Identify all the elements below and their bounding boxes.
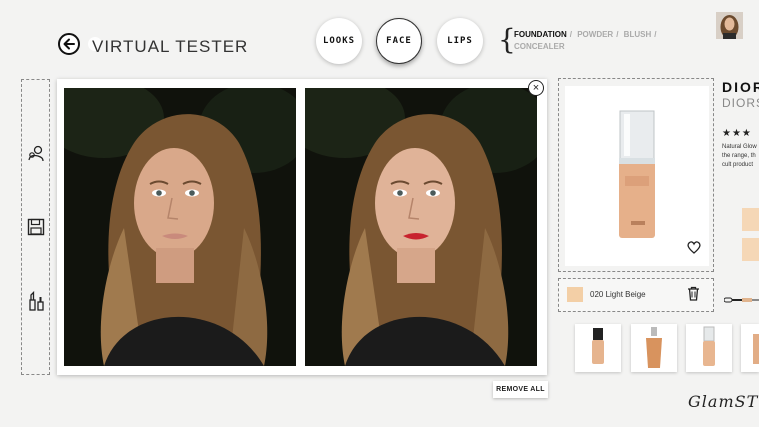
shade-option[interactable] bbox=[742, 208, 759, 231]
product-description: Natural Glow the range, th cult product bbox=[722, 143, 759, 170]
trash-icon[interactable] bbox=[687, 286, 700, 306]
subnav-foundation[interactable]: FOUNDATION bbox=[514, 30, 567, 39]
product-brand: DIOR bbox=[722, 79, 759, 95]
user-avatar[interactable] bbox=[716, 12, 743, 39]
compare-panel bbox=[57, 79, 547, 375]
avatar-image bbox=[716, 12, 743, 39]
shade-option[interactable] bbox=[742, 238, 759, 261]
product-name: DIORSKIN bbox=[722, 96, 759, 110]
shade-label: 020 Light Beige bbox=[590, 290, 646, 299]
foundation-bottle-image bbox=[619, 110, 655, 238]
tab-face-label: FACE bbox=[386, 36, 412, 46]
sub-category-nav: FOUNDATION / POWDER / BLUSH / CONCEALER bbox=[514, 29, 674, 53]
description-line: the range, th bbox=[722, 153, 756, 159]
subnav-concealer[interactable]: CONCEALER bbox=[514, 42, 565, 51]
face-tool-icon[interactable] bbox=[26, 144, 46, 164]
rating-stars: ★★★ bbox=[722, 128, 752, 139]
subnav-powder[interactable]: POWDER bbox=[577, 30, 613, 39]
product-image bbox=[565, 86, 709, 266]
product-thumbnail[interactable] bbox=[575, 324, 621, 372]
tab-lips[interactable]: LIPS bbox=[437, 18, 483, 64]
back-button[interactable] bbox=[58, 33, 80, 55]
arrow-left-icon bbox=[63, 38, 75, 50]
app-title: VIRTUAL TESTER bbox=[92, 37, 249, 56]
applicator-icon[interactable] bbox=[723, 291, 759, 309]
photo-before bbox=[64, 88, 296, 366]
brand-signature: GlamST bbox=[688, 392, 759, 411]
description-line: cult product bbox=[722, 162, 754, 168]
tab-face[interactable]: FACE bbox=[376, 18, 422, 64]
makeup-products-icon[interactable] bbox=[26, 291, 46, 311]
favorite-heart-icon[interactable] bbox=[687, 241, 701, 259]
subnav-separator: / bbox=[569, 30, 572, 39]
product-thumbnail[interactable] bbox=[686, 324, 732, 372]
remove-all-button[interactable]: REMOVE ALL bbox=[493, 381, 548, 398]
tab-looks-label: LOOKS bbox=[322, 36, 356, 46]
save-icon[interactable] bbox=[26, 217, 46, 237]
product-thumbnail[interactable] bbox=[741, 324, 759, 372]
close-icon[interactable]: × bbox=[528, 80, 544, 96]
subnav-separator: / bbox=[616, 30, 619, 39]
description-line: Natural Glow bbox=[722, 144, 757, 150]
tab-lips-label: LIPS bbox=[447, 36, 473, 46]
photo-after bbox=[305, 88, 537, 366]
product-thumbnail[interactable] bbox=[631, 324, 677, 372]
subnav-blush[interactable]: BLUSH bbox=[624, 30, 652, 39]
subnav-separator: / bbox=[654, 30, 657, 39]
tab-looks[interactable]: LOOKS bbox=[316, 18, 362, 64]
shade-swatch bbox=[567, 287, 583, 302]
